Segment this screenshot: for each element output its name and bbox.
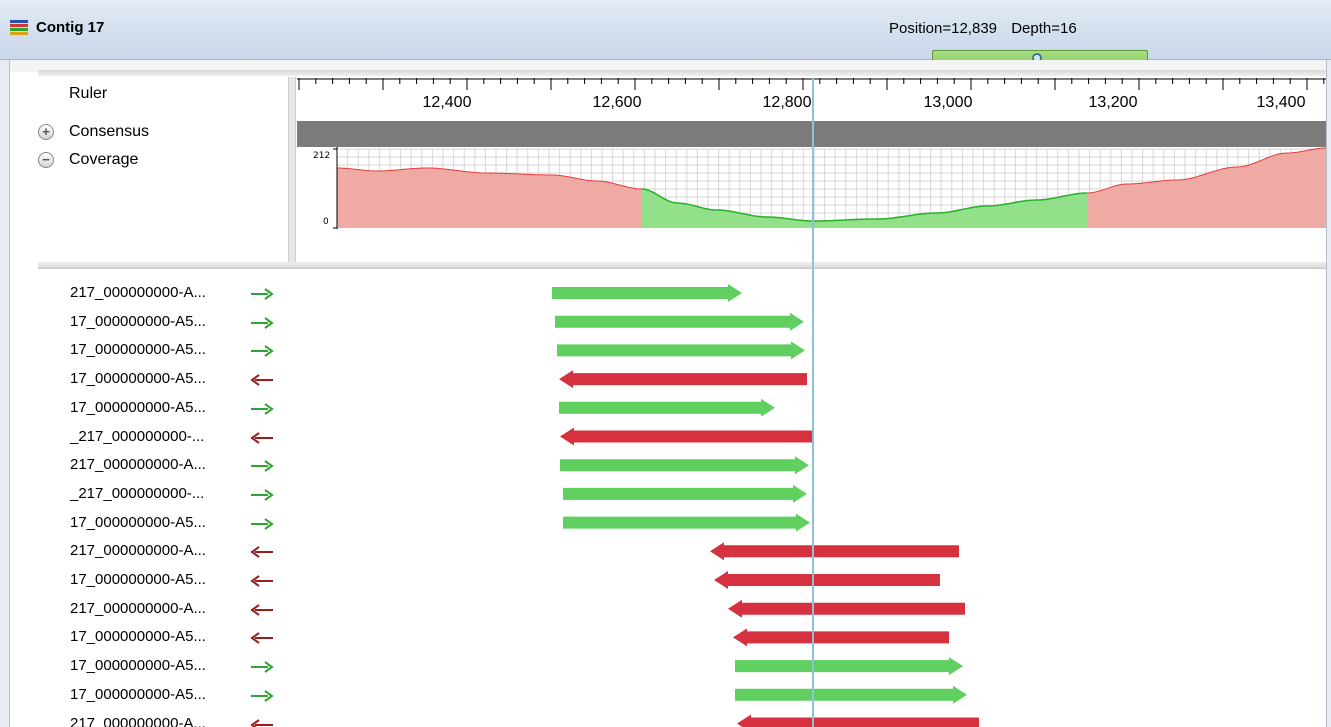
reverse-read[interactable]: [560, 427, 812, 446]
read-name[interactable]: 217_000000000-A...: [70, 284, 206, 301]
depth-readout: Depth=16: [1011, 20, 1077, 37]
forward-read[interactable]: [563, 484, 807, 503]
left-frame: [0, 60, 10, 727]
forward-arrow-icon: [250, 660, 274, 678]
window-title: Contig 17: [36, 19, 105, 36]
read-name[interactable]: 17_000000000-A5...: [70, 657, 206, 674]
reverse-arrow-icon: [250, 545, 274, 563]
read-name[interactable]: 217_000000000-A...: [70, 456, 206, 473]
forward-read[interactable]: [557, 341, 805, 360]
forward-arrow-icon: [250, 287, 274, 305]
forward-read[interactable]: [563, 513, 810, 532]
reverse-read[interactable]: [559, 370, 807, 389]
expand-consensus-icon[interactable]: +: [38, 124, 54, 140]
reverse-arrow-icon: [250, 603, 274, 621]
reverse-arrow-icon: [250, 373, 274, 391]
reverse-read[interactable]: [714, 571, 940, 589]
read-name[interactable]: _217_000000000-...: [70, 485, 204, 502]
read-name[interactable]: 17_000000000-A5...: [70, 686, 206, 703]
position-cursor-line[interactable]: [812, 78, 814, 727]
panel-divider[interactable]: [288, 77, 296, 263]
ruler-label: 13,000: [923, 94, 973, 111]
read-name[interactable]: 217_000000000-A...: [70, 542, 206, 559]
contig-icon: [10, 20, 28, 37]
forward-arrow-icon: [250, 517, 274, 535]
ruler-label: 13,200: [1088, 94, 1138, 111]
status-readout: Position=12,839 Depth=16: [889, 20, 1087, 37]
forward-arrow-icon: [250, 402, 274, 420]
reads-splitter[interactable]: [38, 262, 1326, 269]
reverse-read[interactable]: [733, 628, 949, 647]
top-splitter[interactable]: [38, 70, 1326, 76]
read-name[interactable]: 17_000000000-A5...: [70, 571, 206, 588]
reverse-read[interactable]: [728, 599, 965, 618]
coverage-high-area-left: [337, 168, 642, 228]
reverse-read[interactable]: [737, 714, 979, 727]
forward-read[interactable]: [735, 685, 967, 704]
forward-arrow-icon: [250, 344, 274, 362]
read-name[interactable]: 17_000000000-A5...: [70, 341, 206, 358]
read-name[interactable]: 17_000000000-A5...: [70, 628, 206, 645]
read-name[interactable]: 17_000000000-A5...: [70, 514, 206, 531]
reverse-arrow-icon: [250, 631, 274, 649]
reverse-arrow-icon: [250, 431, 274, 449]
read-name[interactable]: 17_000000000-A5...: [70, 313, 206, 330]
forward-read[interactable]: [555, 312, 804, 331]
reverse-arrow-icon: [250, 718, 274, 727]
read-name[interactable]: 17_000000000-A5...: [70, 399, 206, 416]
ruler-label: 12,400: [422, 94, 472, 111]
reverse-read[interactable]: [710, 542, 959, 561]
read-name[interactable]: _217_000000000-...: [70, 428, 204, 445]
forward-read[interactable]: [552, 284, 742, 302]
position-readout: Position=12,839: [889, 20, 998, 37]
read-name[interactable]: 217_000000000-A...: [70, 715, 206, 727]
forward-read[interactable]: [559, 398, 775, 417]
read-name[interactable]: 17_000000000-A5...: [70, 370, 206, 387]
forward-read[interactable]: [735, 657, 963, 676]
reverse-arrow-icon: [250, 574, 274, 592]
ruler-label: 12,600: [592, 94, 642, 111]
ruler-track-label: Ruler: [69, 85, 108, 102]
forward-read[interactable]: [560, 456, 809, 475]
forward-arrow-icon: [250, 488, 274, 506]
coverage-track-label: Coverage: [69, 151, 139, 168]
ruler-label: 12,800: [762, 94, 812, 111]
forward-arrow-icon: [250, 689, 274, 707]
ruler-label: 13,400: [1256, 94, 1306, 111]
forward-arrow-icon: [250, 459, 274, 477]
right-frame: [1326, 60, 1331, 727]
collapse-coverage-icon[interactable]: −: [38, 152, 54, 168]
consensus-track-label: Consensus: [69, 123, 150, 140]
reads-track[interactable]: 217_000000000-A... 17_000000000-A5... 17_0…: [10, 269, 1326, 727]
forward-arrow-icon: [250, 316, 274, 334]
read-name[interactable]: 217_000000000-A...: [70, 600, 206, 617]
title-bar: Contig 17 Position=12,839 Depth=16: [0, 0, 1331, 68]
